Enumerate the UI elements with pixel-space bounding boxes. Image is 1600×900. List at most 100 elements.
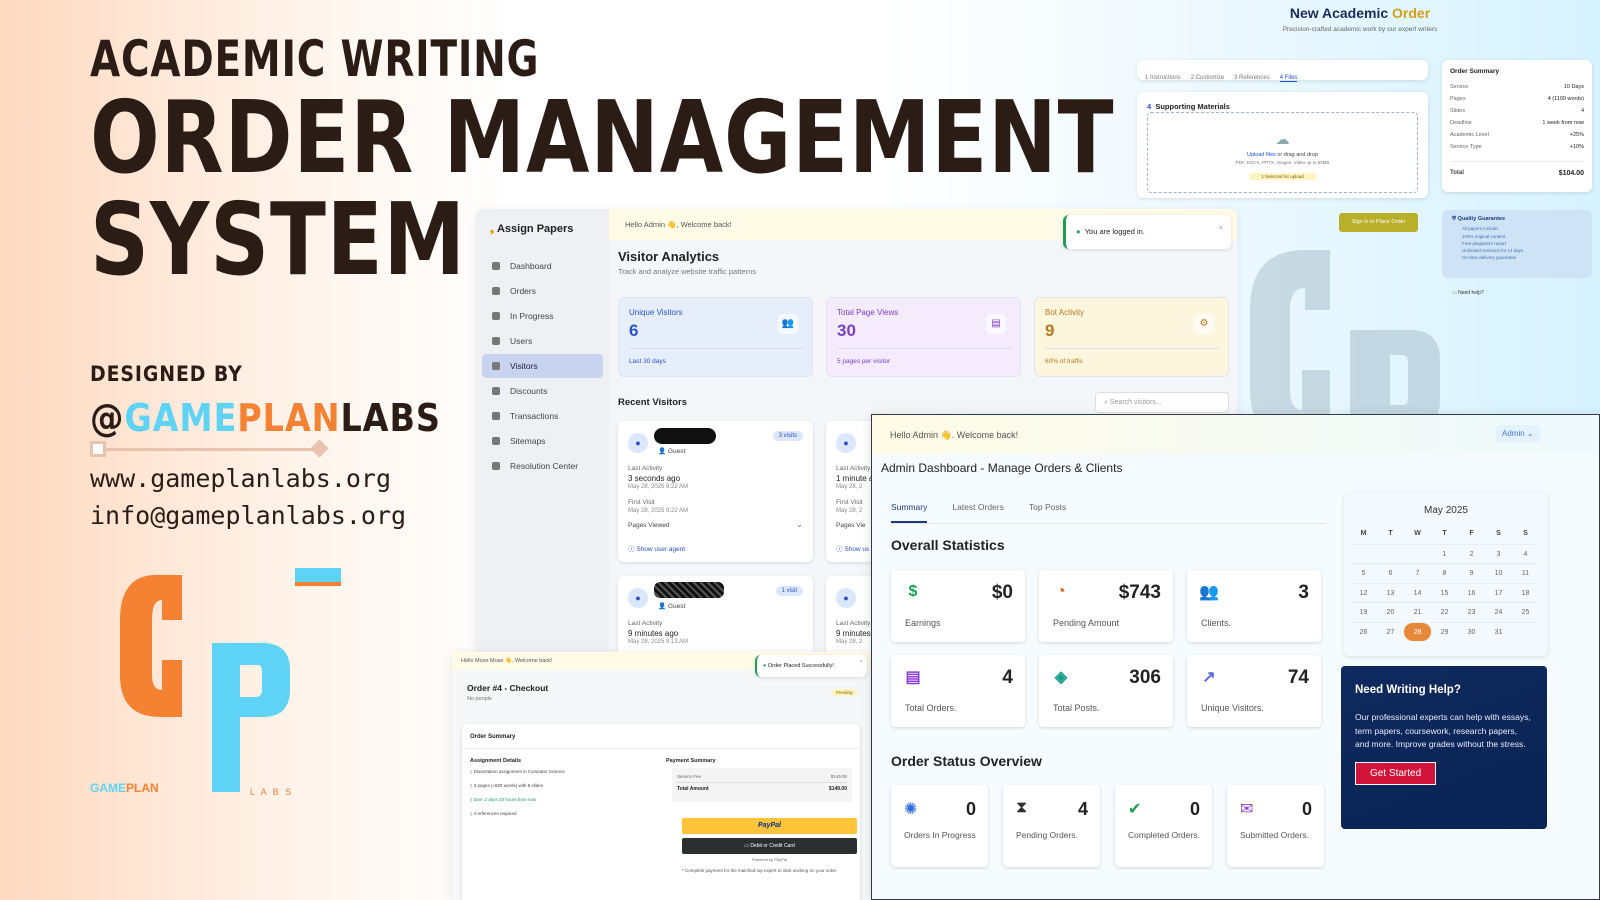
summary-row: Service 10 Days — [1450, 81, 1584, 93]
calendar-day[interactable]: 20 — [1377, 602, 1404, 622]
calendar-day[interactable]: 15 — [1431, 582, 1458, 603]
checkout-title: Order #4 - Checkout — [467, 683, 549, 693]
calendar-day[interactable]: 26 — [1350, 621, 1377, 642]
calendar-day[interactable]: 4 — [1512, 543, 1539, 564]
upload-link[interactable]: Upload files — [1247, 152, 1276, 158]
visitor-role: 👤 Guest — [658, 448, 686, 455]
calendar-day[interactable]: 18 — [1512, 582, 1539, 603]
tab-summary[interactable]: Summary — [891, 500, 928, 523]
step-tab[interactable]: 1 Instructions — [1145, 75, 1181, 81]
pages-viewed-toggle[interactable]: Pages Vie — [836, 522, 866, 529]
calendar-day[interactable]: 23 — [1458, 602, 1485, 622]
calendar-day[interactable]: 17 — [1485, 582, 1512, 603]
visitor-card[interactable]: ● 👤 Guest 1 visit Last Activity 9 minute… — [618, 576, 813, 659]
order-placed-toast-text: Order Placed Successfully! — [767, 663, 834, 669]
summary-row: Slides 4 — [1450, 105, 1584, 117]
website-link[interactable]: www.gameplanlabs.org — [90, 464, 391, 493]
calendar-day[interactable]: 31 — [1485, 621, 1512, 642]
summary-row: Pages 4 (1100 words) — [1450, 93, 1584, 105]
hero-title-line2: SYSTEM — [90, 181, 466, 298]
guarantee-intro: All papers include: — [1462, 226, 1499, 231]
admin-topbar: Hello Admin 👋. Welcome back! Admin ⌄ — [872, 415, 1599, 454]
visitor-stat-card: Bot Activity 9 ⚙ 60% of traffic — [1034, 297, 1229, 377]
sidebar-item-transactions[interactable]: Transactions — [482, 404, 603, 428]
calendar-day[interactable]: 10 — [1485, 563, 1512, 583]
sidebar-item-orders[interactable]: Orders — [482, 279, 603, 303]
step-tab[interactable]: 3 References — [1234, 75, 1270, 81]
upload-types: PDF, DOCX, PPTX, Images, Video up to 50M… — [1235, 160, 1330, 165]
calendar-day[interactable]: 2 — [1458, 543, 1485, 564]
calendar-day[interactable]: 27 — [1377, 621, 1404, 642]
calendar-day[interactable]: 14 — [1404, 582, 1431, 603]
calendar-day[interactable]: 28 — [1404, 621, 1431, 641]
tab-latest-orders[interactable]: Latest Orders — [952, 500, 1004, 523]
calendar-day[interactable]: 21 — [1404, 602, 1431, 622]
tab-top-posts[interactable]: Top Posts — [1029, 500, 1066, 523]
sidebar-item-users[interactable]: Users — [482, 329, 603, 353]
calendar-day[interactable]: 1 — [1431, 543, 1458, 564]
calendar-day[interactable]: 3 — [1485, 543, 1512, 564]
paypal-button[interactable]: PayPal — [682, 818, 857, 834]
signin-order-button[interactable]: Sign in to Place Order — [1339, 213, 1418, 232]
calendar-day[interactable]: 5 — [1350, 563, 1377, 583]
summary-key: Deadline — [1450, 120, 1472, 126]
get-started-button[interactable]: Get Started — [1355, 761, 1437, 785]
card-pay-button[interactable]: ▭ Debit or Credit Card — [682, 838, 857, 854]
calendar-day — [1377, 543, 1404, 564]
step-tab[interactable]: 2 Customize — [1191, 75, 1224, 81]
sidebar-item-icon — [492, 262, 500, 270]
visitor-card[interactable]: ● 👤 Guest 3 visits Last Activity 3 secon… — [618, 421, 813, 562]
sidebar-item-sitemaps[interactable]: Sitemaps — [482, 429, 603, 453]
email-link[interactable]: info@gameplanlabs.org — [90, 501, 406, 530]
visits-badge: 1 visit — [775, 586, 803, 596]
stat-value: 9 — [1045, 321, 1055, 340]
close-icon[interactable]: × — [860, 659, 863, 665]
sidebar-item-resolution-center[interactable]: Resolution Center — [482, 454, 603, 478]
calendar-day[interactable]: 30 — [1458, 621, 1485, 642]
calendar-day[interactable]: 16 — [1458, 582, 1485, 603]
sidebar-item-in-progress[interactable]: In Progress — [482, 304, 603, 328]
last-activity-date: May 28, 2 — [836, 484, 863, 490]
sidebar-item-discounts[interactable]: Discounts — [482, 379, 603, 403]
handle-plan: PLAN — [237, 396, 341, 440]
calendar-day[interactable]: 29 — [1431, 621, 1458, 642]
calendar-day[interactable]: 8 — [1431, 563, 1458, 583]
calendar-day[interactable]: 13 — [1377, 582, 1404, 603]
calendar-day[interactable]: 12 — [1350, 582, 1377, 603]
check-icon: ● — [1076, 227, 1081, 236]
sidebar-brand: ❟ Assign Papers — [490, 223, 573, 236]
show-user-agent-link[interactable]: ⓘ Show us — [836, 543, 869, 553]
status-icon: ✉ — [1240, 801, 1254, 818]
sidebar-item-label: Orders — [510, 286, 536, 296]
show-user-agent-link[interactable]: ⓘ Show user agent — [628, 543, 685, 553]
pages-viewed-toggle[interactable]: Pages Viewed — [628, 522, 669, 529]
calendar-day[interactable]: 19 — [1350, 602, 1377, 622]
chevron-down-icon[interactable]: ⌄ — [796, 520, 803, 529]
hero-title-line1: ORDER MANAGEMENT — [90, 79, 1115, 196]
sidebar-item-dashboard[interactable]: Dashboard — [482, 254, 603, 278]
redacted-ip — [654, 582, 724, 598]
stat-label: Total Posts. — [1053, 703, 1100, 713]
summary-value: 10 Days — [1563, 84, 1584, 90]
calendar-day — [1350, 543, 1377, 564]
calendar-day[interactable]: 9 — [1458, 563, 1485, 583]
sidebar-item-icon — [492, 362, 500, 370]
close-icon[interactable]: × — [1219, 223, 1223, 232]
sidebar-item-visitors[interactable]: Visitors — [482, 354, 603, 378]
step-tab[interactable]: 4 Files — [1279, 75, 1298, 82]
search-visitors-input[interactable]: ⌕ Search visitors... — [1095, 392, 1229, 413]
login-toast-text: You are logged in. — [1084, 227, 1145, 236]
admin-menu-button[interactable]: Admin ⌄ — [1496, 425, 1540, 442]
sidebar: ❟ Assign Papers Dashboard Orders In Progre… — [476, 209, 609, 659]
calendar-day[interactable]: 11 — [1512, 563, 1539, 583]
checkout-people: No people — [467, 696, 493, 702]
calendar-day[interactable]: 25 — [1512, 602, 1539, 622]
upload-dropzone[interactable]: ☁ Upload files or drag and drop PDF, DOC… — [1147, 112, 1418, 193]
calendar-day[interactable]: 6 — [1377, 563, 1404, 583]
calendar-day[interactable]: 24 — [1485, 602, 1512, 622]
guarantee-title: Quality Guarantee — [1457, 216, 1506, 222]
calendar-day[interactable]: 22 — [1431, 602, 1458, 622]
last-activity-label: Last Activity — [836, 465, 871, 472]
calendar-day[interactable]: 7 — [1404, 563, 1431, 583]
calendar-day — [1404, 543, 1431, 564]
